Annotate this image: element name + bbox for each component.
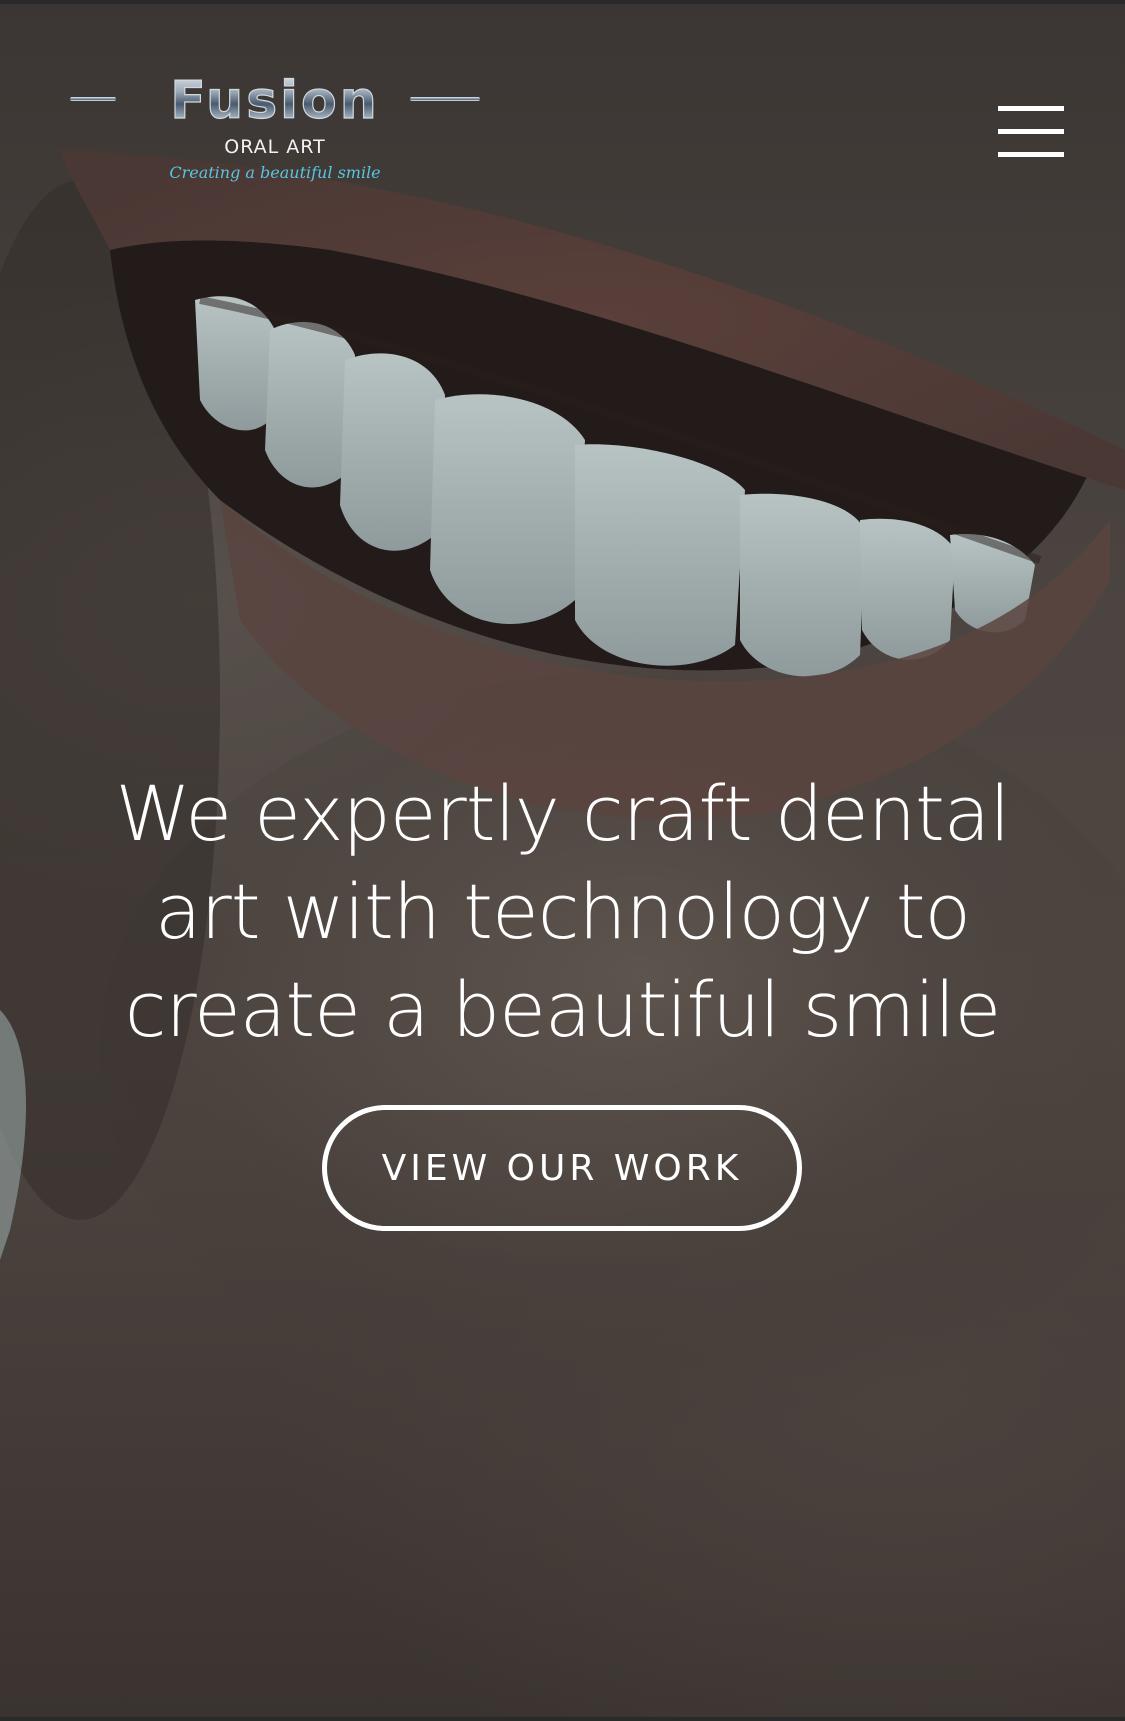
top-border bbox=[0, 0, 1125, 4]
wordmark-text: Fusion bbox=[170, 71, 379, 130]
bottom-border bbox=[0, 1717, 1125, 1721]
menu-bar-middle bbox=[998, 129, 1064, 134]
hamburger-menu-icon[interactable] bbox=[996, 104, 1066, 158]
hero-section: Fusion ORAL ART Creating a beautiful smi… bbox=[0, 0, 1125, 1721]
hero-headline: We expertly craft dental art with techno… bbox=[115, 769, 1011, 1054]
logo-subtitle: ORAL ART bbox=[224, 136, 326, 158]
brand-logo[interactable]: Fusion ORAL ART Creating a beautiful smi… bbox=[70, 70, 480, 190]
logo-tagline: Creating a beautiful smile bbox=[169, 163, 381, 182]
menu-bar-bottom bbox=[998, 152, 1064, 157]
menu-bar-top bbox=[998, 106, 1064, 111]
fusion-wordmark: Fusion bbox=[70, 70, 480, 130]
view-our-work-button[interactable]: VIEW OUR WORK bbox=[322, 1105, 802, 1231]
